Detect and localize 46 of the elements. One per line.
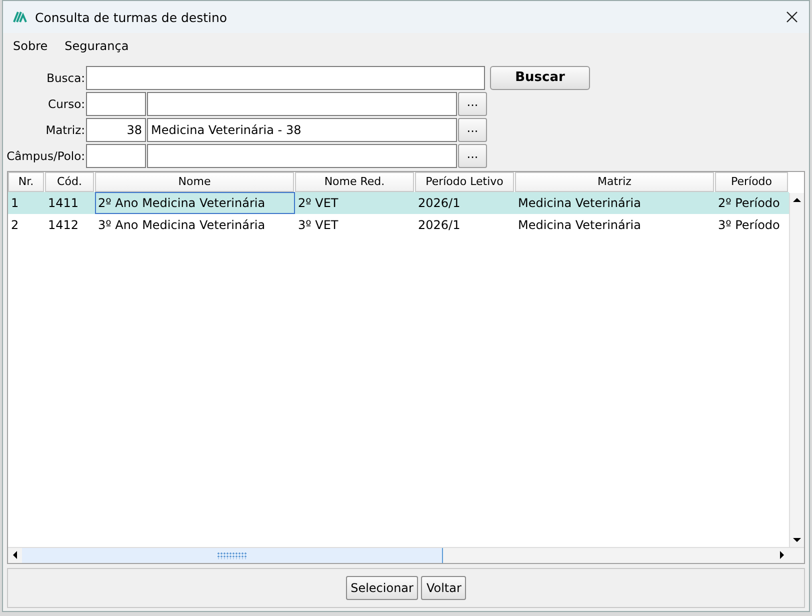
dialog-button[interactable]: Selecionar [346, 576, 418, 600]
lookup-button[interactable]: ... [458, 118, 487, 142]
search-button[interactable]: Buscar [490, 66, 590, 90]
description-field[interactable] [147, 144, 457, 168]
table-cell-text: 3º Período [717, 217, 781, 234]
table-cell-text: 2º VET [297, 195, 340, 212]
lookup-button[interactable]: ... [458, 144, 487, 168]
field-label: Matriz: [44, 122, 85, 136]
code-field[interactable] [86, 144, 146, 168]
close-icon[interactable] [785, 10, 799, 24]
table-cell-text: 1412 [47, 217, 80, 234]
lookup-button[interactable]: ... [458, 92, 487, 116]
table-cell-text: 2026/1 [417, 217, 462, 234]
column-header[interactable]: Período [715, 172, 788, 192]
field-label: Câmpus/Polo: [6, 148, 85, 162]
table-cell-text: 2026/1 [417, 195, 462, 212]
table-cell-text: Medicina Veterinária [517, 217, 642, 234]
column-header[interactable]: Nome [95, 172, 294, 192]
table-cell-text: 3º Ano Medicina Veterinária [97, 217, 266, 234]
table-cell-text: 1 [10, 195, 20, 212]
code-field[interactable]: 38 [86, 118, 146, 142]
table-cell-text: 2 [10, 217, 20, 234]
field-label: Curso: [47, 96, 85, 110]
table-cell-text: 1411 [47, 195, 80, 212]
column-header[interactable]: Nome Red. [295, 172, 414, 192]
search-field[interactable] [86, 66, 485, 90]
description-field[interactable]: Medicina Veterinária - 38 [147, 118, 457, 142]
menu-item[interactable]: Segurança [64, 39, 129, 54]
scrollbar-thumb[interactable] [22, 548, 443, 563]
column-header[interactable]: Nr. [8, 172, 44, 192]
column-header[interactable]: Matriz [515, 172, 714, 192]
app-logo-icon [13, 11, 27, 23]
table-row[interactable]: 1 1411 2º Ano Medicina Veterinária 2º VET 2026/1 Medicina Veterinária 2º Período [8, 192, 789, 214]
description-field[interactable] [147, 92, 457, 116]
table-cell-text: 2º Período [717, 195, 781, 212]
field-label: Busca: [46, 70, 85, 84]
table-cell: 2º Ano Medicina Veterinária [95, 192, 295, 214]
code-field[interactable] [86, 92, 146, 116]
table-row[interactable]: 2 1412 3º Ano Medicina Veterinária 3º VET 2026/1 Medicina Veterinária 3º Período [8, 214, 789, 236]
window-title: Consulta de turmas de destino [35, 10, 228, 24]
column-header[interactable]: Cód. [45, 172, 94, 192]
dialog-button[interactable]: Voltar [421, 576, 466, 600]
menu-item[interactable]: Sobre [13, 39, 48, 54]
table-cell-text: 3º VET [297, 217, 340, 234]
column-header[interactable]: Período Letivo [415, 172, 514, 192]
table-cell-text: Medicina Veterinária [517, 195, 642, 212]
